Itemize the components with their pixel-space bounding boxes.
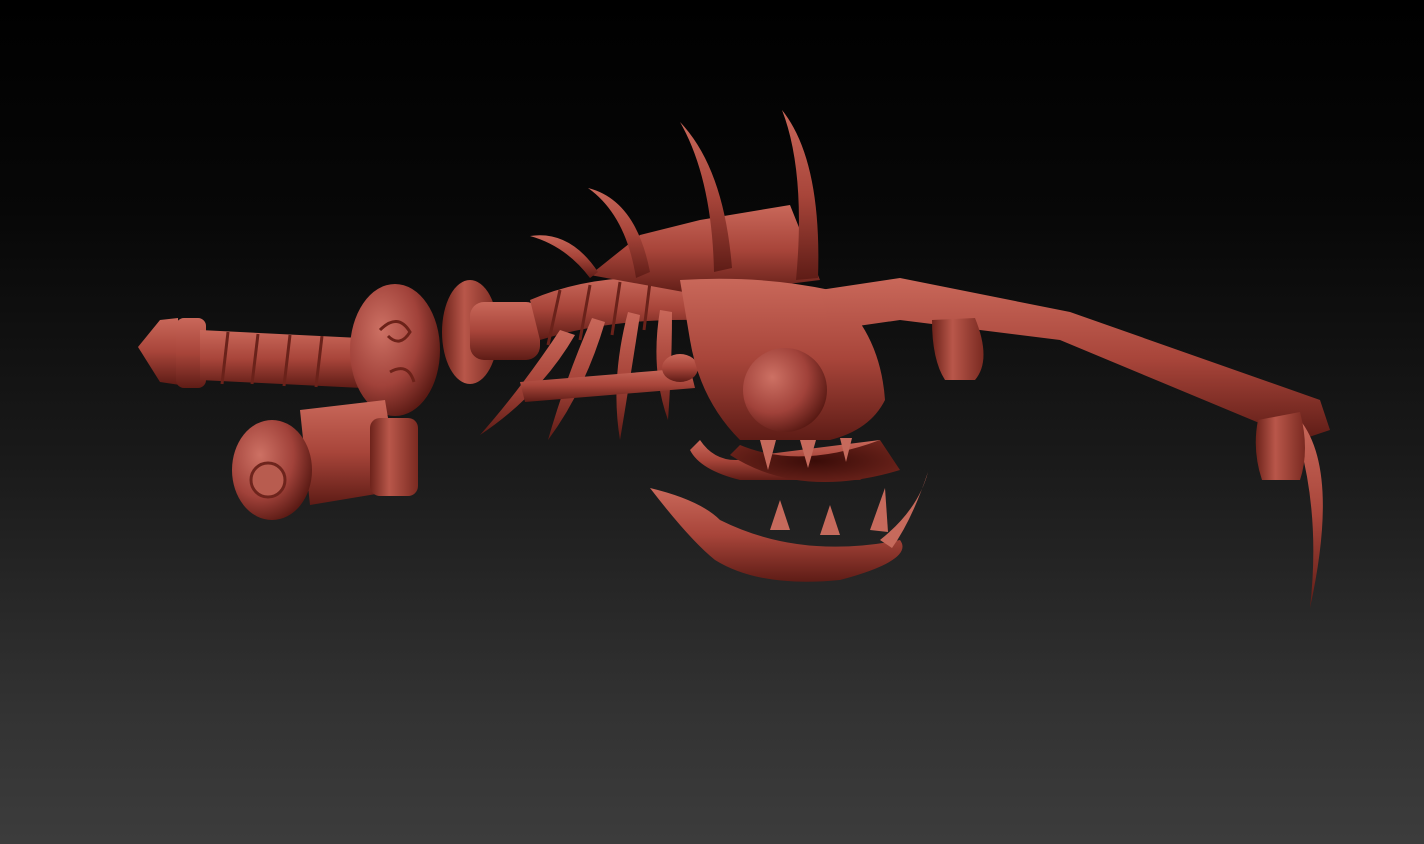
lower-cylinder [232,400,418,520]
skull-head [650,278,928,582]
sculpted-model [138,110,1330,608]
dorsal-fin [530,110,820,295]
ornate-guard [350,280,540,416]
hook-arm [820,278,1330,608]
handle [138,318,362,388]
sculpt-viewport[interactable] [0,0,1424,844]
